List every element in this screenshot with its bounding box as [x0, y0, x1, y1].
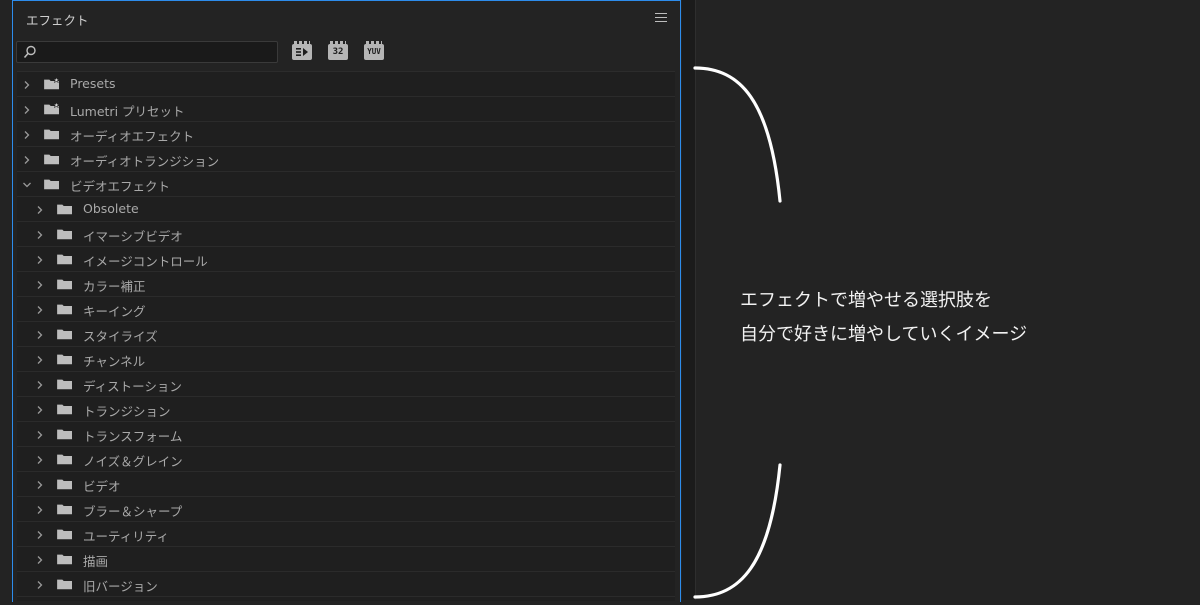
tree-item-label: オーディオエフェクト: [70, 129, 195, 144]
panel-title: エフェクト: [26, 13, 89, 28]
search-icon: [23, 45, 36, 59]
tree-subfolder-row[interactable]: イマーシブビデオ: [17, 222, 675, 247]
tree-item-label: イマーシブビデオ: [83, 229, 183, 244]
tree-item-label: ノイズ＆グレイン: [83, 454, 183, 469]
accelerated-effects-icon: [296, 48, 308, 56]
folder-icon: [57, 404, 72, 415]
tree-folder-row[interactable]: Lumetri プリセット: [17, 97, 675, 122]
folder-icon: [57, 379, 72, 390]
folder-icon: [44, 129, 59, 140]
tree-item-label: Obsolete: [83, 201, 139, 216]
tree-subfolder-row[interactable]: イメージコントロール: [17, 247, 675, 272]
chevron-right-icon[interactable]: [35, 330, 45, 340]
tree-subfolder-row[interactable]: スタイライズ: [17, 322, 675, 347]
chevron-down-icon[interactable]: [22, 180, 32, 190]
tree-subfolder-row[interactable]: キーイング: [17, 297, 675, 322]
tree-item-label: 描画: [83, 554, 109, 569]
tree-subfolder-row[interactable]: ディストーション: [17, 372, 675, 397]
chevron-right-icon[interactable]: [35, 230, 45, 240]
chevron-right-icon[interactable]: [35, 505, 45, 515]
chevron-right-icon[interactable]: [35, 380, 45, 390]
folder-icon: [57, 579, 72, 590]
tree-folder-row[interactable]: Presets: [17, 72, 675, 97]
folder-icon: [57, 504, 72, 515]
folder-icon: [57, 554, 72, 565]
accelerated-effects-filter-button[interactable]: [292, 41, 312, 60]
tree-item-label: ディストーション: [83, 379, 182, 394]
folder-icon: [57, 354, 72, 365]
chevron-right-icon[interactable]: [35, 530, 45, 540]
folder-icon: [57, 279, 72, 290]
tree-item-label: ビデオ: [83, 479, 121, 494]
tree-subfolder-row[interactable]: 旧バージョン: [17, 572, 675, 597]
folder-icon: [57, 479, 72, 490]
caption-text: エフェクトで増やせる選択肢を 自分で好きに増やしていくイメージ: [740, 284, 1027, 352]
effects-panel: エフェクト 32 YUV Presets Lumetri プリセット オーディオエフ…: [0, 0, 682, 601]
chevron-right-icon[interactable]: [35, 555, 45, 565]
chevron-right-icon[interactable]: [22, 130, 32, 140]
chevron-right-icon[interactable]: [35, 305, 45, 315]
tree-subfolder-row[interactable]: ブラー＆シャープ: [17, 497, 675, 522]
chevron-right-icon[interactable]: [35, 355, 45, 365]
tree-subfolder-row[interactable]: カラー補正: [17, 272, 675, 297]
preset-folder-icon: [44, 102, 61, 115]
chevron-right-icon[interactable]: [22, 155, 32, 165]
effects-tree: Presets Lumetri プリセット オーディオエフェクトオーディオトランジシ…: [17, 71, 675, 601]
folder-icon: [57, 254, 72, 265]
folder-icon: [57, 429, 72, 440]
chevron-right-icon[interactable]: [35, 280, 45, 290]
folder-icon: [44, 179, 59, 190]
tree-item-label: ブラー＆シャープ: [83, 504, 183, 519]
tree-folder-row[interactable]: オーディオエフェクト: [17, 122, 675, 147]
chevron-right-icon[interactable]: [35, 255, 45, 265]
chevron-right-icon[interactable]: [22, 80, 32, 90]
panel-menu-icon[interactable]: [655, 10, 667, 22]
tree-item-label: スタイライズ: [83, 329, 158, 344]
tree-item-label: ユーティリティ: [83, 529, 170, 544]
tree-item-label: トランスフォーム: [83, 429, 183, 444]
search-input[interactable]: [39, 44, 275, 62]
yuv-filter-button[interactable]: YUV: [364, 41, 384, 60]
tree-item-label: トランジション: [83, 404, 171, 419]
tree-item-label: ビデオエフェクト: [70, 179, 171, 194]
caption-line-2: 自分で好きに増やしていくイメージ: [740, 324, 1028, 345]
chevron-right-icon[interactable]: [35, 480, 45, 490]
32bit-filter-button[interactable]: 32: [328, 41, 348, 60]
chevron-right-icon[interactable]: [35, 455, 45, 465]
chevron-right-icon[interactable]: [35, 430, 45, 440]
folder-icon: [57, 304, 72, 315]
folder-icon: [57, 204, 72, 215]
tree-folder-row[interactable]: オーディオトランジション: [17, 147, 675, 172]
tree-item-label: オーディオトランジション: [70, 154, 220, 169]
folder-icon: [57, 329, 72, 340]
tree-subfolder-row[interactable]: トランスフォーム: [17, 422, 675, 447]
tree-item-label: 旧バージョン: [83, 579, 158, 594]
tree-item-label: Presets: [70, 76, 116, 91]
folder-icon: [57, 229, 72, 240]
tree-item-label: チャンネル: [83, 354, 146, 369]
chevron-right-icon[interactable]: [35, 405, 45, 415]
chevron-right-icon[interactable]: [22, 105, 32, 115]
tree-subfolder-row[interactable]: ユーティリティ: [17, 522, 675, 547]
tree-item-label: イメージコントロール: [83, 254, 208, 269]
tree-item-label: Lumetri プリセット: [70, 104, 185, 119]
chevron-right-icon[interactable]: [35, 205, 45, 215]
tree-item-label: キーイング: [83, 304, 146, 319]
preset-folder-icon: [44, 77, 61, 90]
tree-subfolder-row[interactable]: ビデオ: [17, 472, 675, 497]
tree-subfolder-row[interactable]: トランジション: [17, 397, 675, 422]
search-box[interactable]: [16, 41, 278, 63]
tree-subfolder-row[interactable]: Obsolete: [17, 197, 675, 222]
tree-folder-row[interactable]: ビデオエフェクト: [17, 172, 675, 197]
tree-subfolder-row[interactable]: 描画: [17, 547, 675, 572]
tree-item-label: カラー補正: [83, 279, 146, 294]
tree-subfolder-row[interactable]: チャンネル: [17, 347, 675, 372]
chevron-right-icon[interactable]: [35, 580, 45, 590]
folder-icon: [57, 454, 72, 465]
tree-subfolder-row[interactable]: ノイズ＆グレイン: [17, 447, 675, 472]
folder-icon: [57, 529, 72, 540]
folder-icon: [44, 154, 59, 165]
caption-line-1: エフェクトで増やせる選択肢を: [740, 290, 992, 311]
